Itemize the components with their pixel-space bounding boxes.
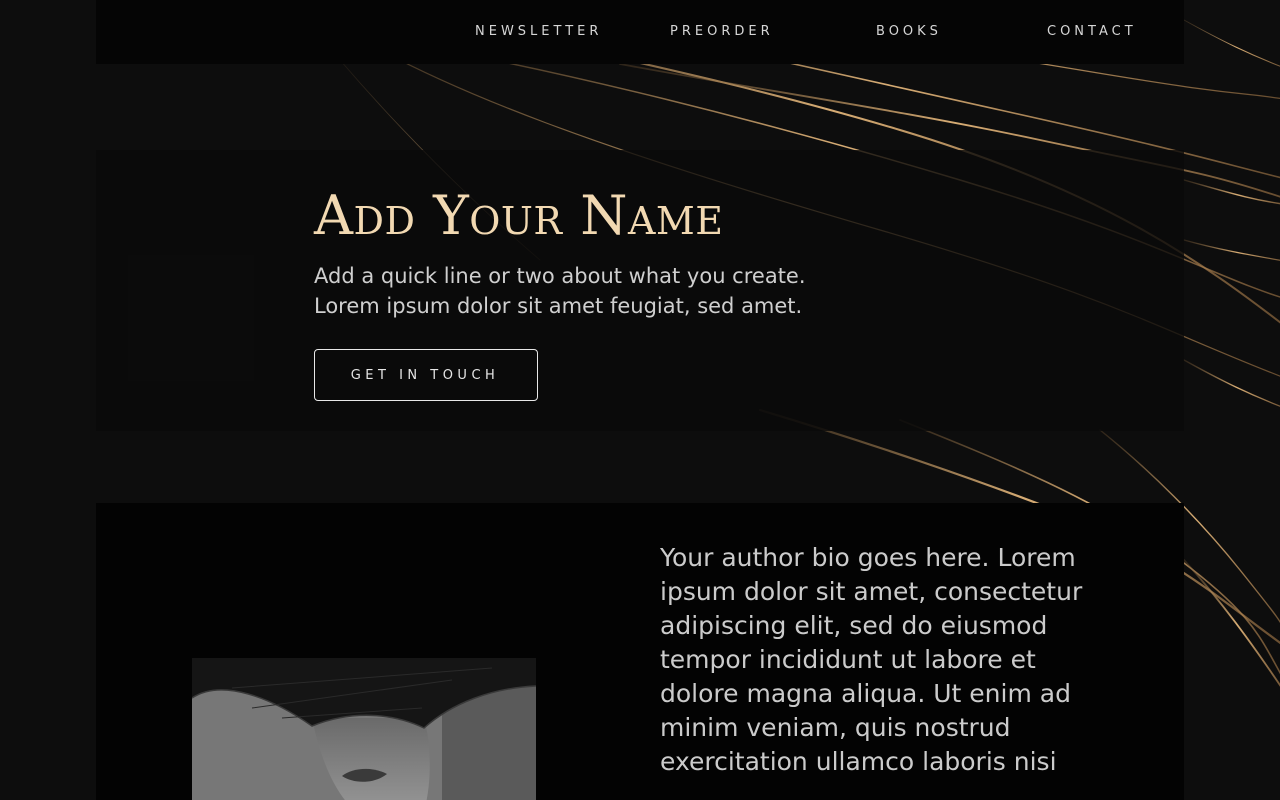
hero-tagline-line-1: Add a quick line or two about what you c… bbox=[314, 264, 806, 288]
nav-link-contact[interactable]: CONTACT bbox=[1047, 23, 1137, 41]
about-section: Your author bio goes here. Lorem ipsum d… bbox=[96, 503, 1184, 800]
hero-section: Add Your Name Add a quick line or two ab… bbox=[96, 150, 1184, 431]
author-portrait-image bbox=[192, 658, 536, 800]
nav-link-preorder[interactable]: PREORDER bbox=[670, 23, 774, 41]
portrait-illustration bbox=[192, 658, 536, 800]
author-bio: Your author bio goes here. Lorem ipsum d… bbox=[660, 543, 1083, 776]
hero-tagline-line-2: Lorem ipsum dolor sit amet feugiat, sed … bbox=[314, 294, 803, 318]
get-in-touch-button[interactable]: GET IN TOUCH bbox=[314, 349, 538, 401]
nav-link-books[interactable]: BOOKS bbox=[876, 23, 942, 41]
hero-title: Add Your Name bbox=[314, 184, 724, 247]
nav-link-newsletter[interactable]: NEWSLETTER bbox=[475, 23, 602, 41]
top-navigation: NEWSLETTER PREORDER BOOKS CONTACT bbox=[96, 0, 1184, 64]
